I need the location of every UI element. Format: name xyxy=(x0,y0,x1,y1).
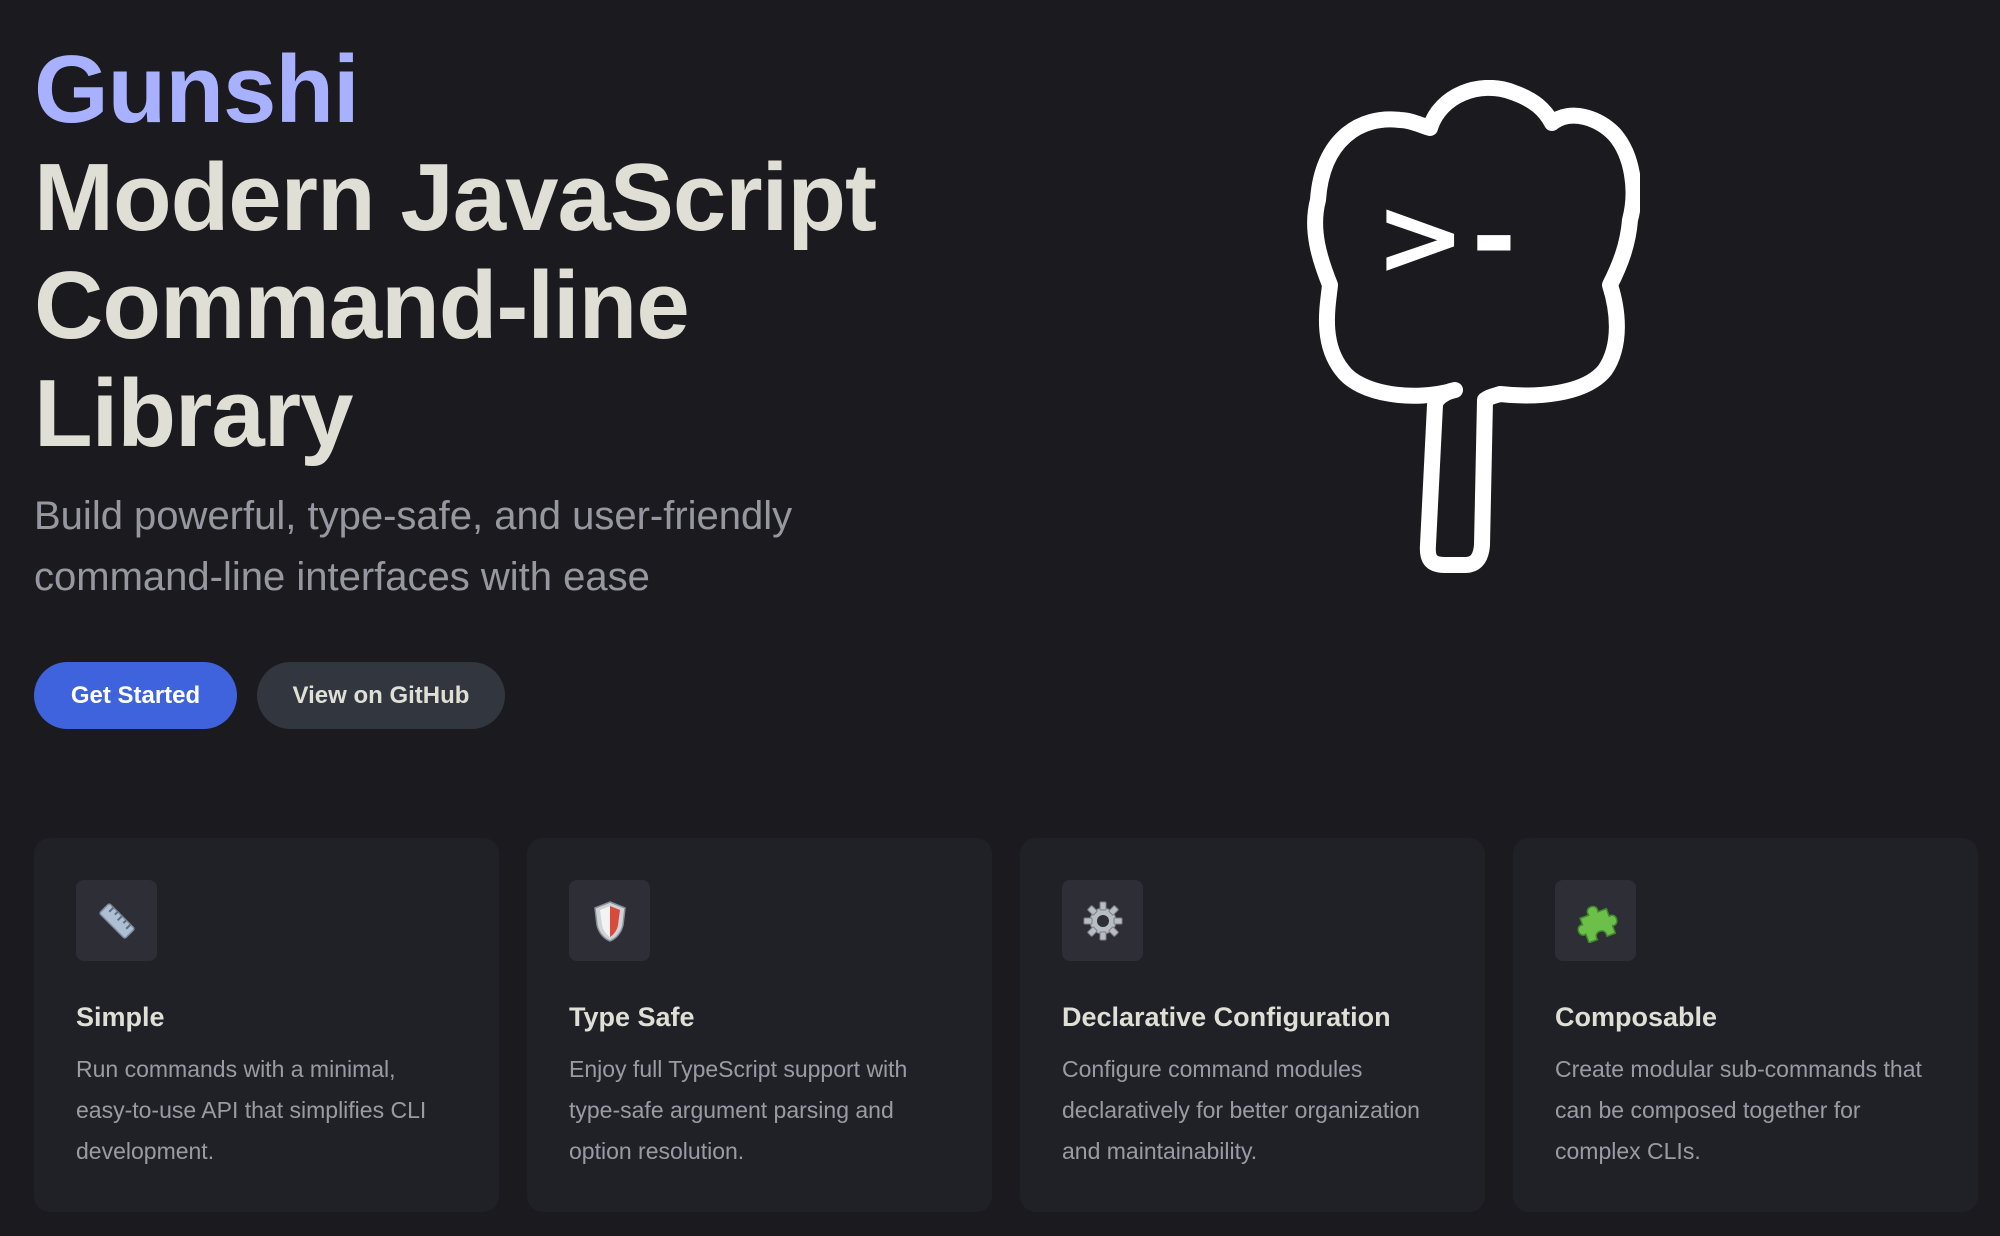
feature-title: Type Safe xyxy=(569,1002,695,1032)
feature-card-simple: Simple Run commands with a minimal, easy… xyxy=(34,838,499,1212)
feature-title: Composable xyxy=(1555,1002,1718,1032)
get-started-button[interactable]: Get Started xyxy=(34,662,237,729)
feature-details: Enjoy full TypeScript support with type-… xyxy=(569,1056,908,1164)
feature-card-type-safe: Type Safe Enjoy full TypeScript support … xyxy=(527,838,992,1212)
feature-details: Create modular sub-commands that can be … xyxy=(1555,1056,1922,1164)
feature-title: Declarative Configuration xyxy=(1062,1002,1391,1032)
logo-prompt-text: >- xyxy=(1375,175,1523,300)
hero-title-line: Command-line xyxy=(34,252,690,359)
hero-name: Gunshi xyxy=(34,36,360,143)
puzzle-icon xyxy=(1555,880,1636,961)
hero-logo: >- xyxy=(1280,80,1642,580)
feature-details: Run commands with a minimal, easy-to-use… xyxy=(76,1056,427,1164)
feature-details: Configure command modules declaratively … xyxy=(1062,1056,1420,1164)
shield-icon xyxy=(569,880,650,961)
hero-title: Modern JavaScript Command-line Library xyxy=(34,144,974,468)
features: Simple Run commands with a minimal, easy… xyxy=(34,838,1978,1212)
feature-title: Simple xyxy=(76,1002,165,1032)
hero: Gunshi Modern JavaScript Command-line Li… xyxy=(34,36,1034,608)
view-on-github-button[interactable]: View on GitHub xyxy=(257,662,505,729)
feature-card-composable: Composable Create modular sub-commands t… xyxy=(1513,838,1978,1212)
hero-tagline: Build powerful, type-safe, and user-frie… xyxy=(34,494,793,599)
hero-title-line: Library xyxy=(34,360,353,467)
tree-terminal-logo-icon xyxy=(1307,80,1642,573)
hero-actions: Get Started View on GitHub xyxy=(34,662,505,729)
hero-title-line: Modern JavaScript xyxy=(34,144,877,251)
gear-icon xyxy=(1062,880,1143,961)
feature-card-declarative-configuration: Declarative Configuration Configure comm… xyxy=(1020,838,1485,1212)
ruler-icon xyxy=(76,880,157,961)
